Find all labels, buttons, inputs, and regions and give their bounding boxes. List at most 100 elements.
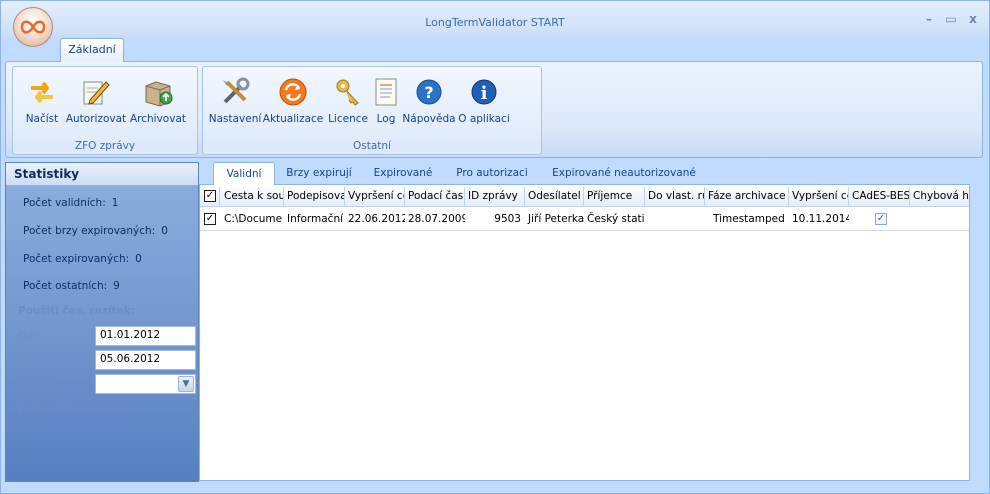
settings-button-label: Nastavení bbox=[208, 113, 262, 125]
chevron-down-icon[interactable]: ▼ bbox=[178, 376, 194, 392]
stat-value: 1 bbox=[111, 197, 119, 209]
stat-soon-expiring: Počet brzy expirovaných: 0 bbox=[23, 225, 168, 237]
stat-valid: Počet validních: 1 bbox=[23, 197, 118, 209]
date-from-field[interactable]: 01.01.2012 bbox=[95, 326, 196, 346]
date-to-field[interactable]: 05.06.2012 bbox=[95, 350, 196, 370]
date-to-label: Do: bbox=[18, 355, 37, 367]
table-cell: Český stati bbox=[587, 213, 645, 225]
log-button[interactable]: Log bbox=[371, 75, 401, 133]
column-header[interactable]: ID zprávy bbox=[465, 187, 525, 207]
license-button[interactable]: Licence bbox=[325, 75, 371, 133]
column-header[interactable]: CAdES-BES bbox=[849, 187, 910, 207]
license-button-label: Licence bbox=[328, 113, 368, 125]
stat-other: Počet ostatních: 9 bbox=[23, 280, 120, 292]
authorize-button-label: Autorizovat bbox=[65, 113, 127, 125]
provider-label: Poskyt.: bbox=[18, 378, 59, 390]
info-icon: i bbox=[467, 75, 501, 109]
table-cell bbox=[910, 209, 969, 231]
table-cell: 28.07.2009 bbox=[408, 213, 465, 225]
column-header[interactable]: Odesílatel bbox=[525, 187, 584, 207]
svg-text:?: ? bbox=[424, 83, 433, 102]
table-cell: Jiří Peterka bbox=[528, 213, 584, 225]
tab-valid[interactable]: Validní bbox=[213, 162, 275, 185]
app-menu-button[interactable] bbox=[13, 7, 53, 47]
stat-value: 0 bbox=[161, 225, 168, 237]
table-row[interactable]: ✓ C:\Docume Informační 22.06.2012 28.07.… bbox=[200, 209, 969, 231]
tab-expired-unauthorized[interactable]: Expirované neautorizované bbox=[549, 164, 699, 184]
table-cell: C:\Docume bbox=[224, 213, 283, 225]
table-cell: 10.11.2014 bbox=[792, 213, 849, 225]
window-controls: – ▭ x bbox=[923, 13, 979, 25]
statistics-panel: Statistiky Počet validních: 1 Počet brzy … bbox=[5, 162, 199, 482]
column-header[interactable]: Do vlast. ru bbox=[645, 187, 705, 207]
select-all-header[interactable]: ✓ bbox=[200, 187, 220, 207]
authorize-button[interactable]: Autorizovat bbox=[63, 75, 129, 133]
load-arrows-icon bbox=[25, 75, 59, 109]
row-checkbox[interactable]: ✓ bbox=[204, 213, 216, 225]
column-header[interactable]: Fáze archivace bbox=[705, 187, 789, 207]
ribbon: Načíst Autorizovat Archivovat ZFO zprávy… bbox=[5, 61, 983, 158]
stat-value: 0 bbox=[135, 253, 142, 265]
close-button[interactable]: x bbox=[967, 13, 979, 25]
table-cell: 9503 bbox=[494, 213, 521, 225]
update-button[interactable]: Aktualizace bbox=[261, 75, 325, 133]
svg-text:i: i bbox=[481, 83, 488, 104]
about-button[interactable]: i O aplikaci bbox=[457, 75, 511, 133]
date-from-label: Od: bbox=[18, 331, 37, 343]
column-header[interactable]: Chybová hl bbox=[910, 187, 969, 207]
stat-label: Počet ostatních: bbox=[23, 280, 108, 292]
table-cell: Timestamped bbox=[713, 213, 785, 225]
help-button[interactable]: ? Nápověda bbox=[401, 75, 457, 133]
ribbon-group-label: Ostatní bbox=[353, 140, 391, 152]
archive-box-icon bbox=[141, 75, 175, 109]
column-header[interactable]: Vypršení ce bbox=[789, 187, 849, 207]
load-button-label: Načíst bbox=[25, 113, 59, 125]
update-icon bbox=[276, 75, 310, 109]
ribbon-group-zfo: Načíst Autorizovat Archivovat ZFO zprávy bbox=[12, 66, 198, 155]
load-button[interactable]: Načíst bbox=[21, 75, 63, 133]
log-document-icon bbox=[369, 75, 403, 109]
settings-button[interactable]: Nastavení bbox=[209, 75, 261, 133]
tools-icon bbox=[218, 75, 252, 109]
table-cell: Informační bbox=[287, 213, 344, 225]
stat-label: Počet expirovaných: bbox=[23, 253, 130, 265]
timestamp-usage-heading: Použití čas. razítek: bbox=[18, 305, 135, 317]
column-header[interactable]: Vypršení ce bbox=[345, 187, 405, 207]
table-cell: 22.06.2012 bbox=[348, 213, 405, 225]
archive-button[interactable]: Archivovat bbox=[129, 75, 187, 133]
row-select-cell[interactable]: ✓ bbox=[200, 209, 220, 231]
stat-label: Počet validních: bbox=[23, 197, 106, 209]
key-icon bbox=[331, 75, 365, 109]
provider-select[interactable]: ▼ bbox=[95, 374, 196, 394]
messages-grid: ✓ Cesta k sou Podepisova Vypršení ce Pod… bbox=[199, 184, 970, 481]
ribbon-group-label: ZFO zprávy bbox=[74, 140, 136, 152]
cades-bes-checkbox[interactable]: ✓ bbox=[875, 213, 887, 225]
tab-for-authorization[interactable]: Pro autorizaci bbox=[451, 164, 533, 184]
tab-soon-expiring[interactable]: Brzy expirují bbox=[281, 164, 357, 184]
statistics-title: Statistiky bbox=[6, 163, 198, 186]
stat-expired: Počet expirovaných: 0 bbox=[23, 253, 142, 265]
column-header[interactable]: Podací čas. bbox=[405, 187, 465, 207]
column-header[interactable]: Příjemce bbox=[584, 187, 645, 207]
column-header[interactable]: Podepisova bbox=[284, 187, 345, 207]
stat-label: Počet brzy expirovaných: bbox=[23, 225, 156, 237]
window-title: LongTermValidator START bbox=[425, 16, 565, 29]
content-area: Validní Brzy expirují Expirované Pro aut… bbox=[199, 162, 983, 482]
help-icon: ? bbox=[412, 75, 446, 109]
message-tabs: Validní Brzy expirují Expirované Pro aut… bbox=[199, 162, 983, 185]
infinity-logo-icon bbox=[20, 20, 46, 34]
ribbon-group-ostatni: Nastavení Aktualizace Licence Log ? Nápo… bbox=[202, 66, 542, 155]
tab-expired[interactable]: Expirované bbox=[367, 164, 439, 184]
column-header[interactable]: Cesta k sou bbox=[221, 187, 284, 207]
cades-bes-cell: ✓ bbox=[849, 209, 910, 231]
maximize-button[interactable]: ▭ bbox=[945, 13, 957, 25]
minimize-button[interactable]: – bbox=[923, 13, 935, 25]
app-window: LongTermValidator START – ▭ x Základní N… bbox=[0, 0, 990, 494]
select-all-checkbox[interactable]: ✓ bbox=[204, 190, 216, 202]
stat-value: 9 bbox=[113, 280, 120, 292]
log-button-label: Log bbox=[376, 113, 396, 125]
about-button-label: O aplikaci bbox=[458, 113, 510, 125]
title-bar: LongTermValidator START – ▭ x bbox=[1, 1, 989, 37]
ribbon-tab-zakladni[interactable]: Základní bbox=[60, 38, 124, 62]
table-cell bbox=[645, 209, 705, 231]
